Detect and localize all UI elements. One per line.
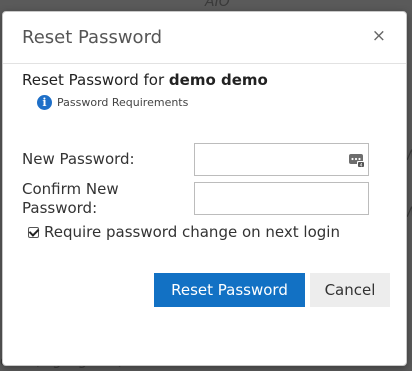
require-change-row[interactable]: Require password change on next login: [28, 223, 340, 241]
info-icon: i: [37, 95, 52, 110]
confirm-password-field[interactable]: [194, 182, 369, 215]
confirm-password-label: Confirm New Password:: [22, 180, 119, 217]
password-requirements-row[interactable]: i Password Requirements: [37, 95, 188, 110]
require-change-label: Require password change on next login: [44, 223, 340, 241]
subtitle-prefix: Reset Password for: [22, 71, 165, 89]
require-change-checkbox[interactable]: [28, 226, 39, 238]
cancel-button[interactable]: Cancel: [310, 273, 390, 307]
dialog-header: Reset Password ×: [3, 12, 406, 64]
svg-text:4: 4: [360, 162, 363, 168]
user-name: demo demo: [168, 71, 268, 89]
new-password-field[interactable]: 4: [194, 143, 369, 176]
password-manager-icon[interactable]: 4: [349, 152, 365, 168]
reset-password-dialog: Reset Password × Reset Password for demo…: [2, 11, 407, 366]
close-icon[interactable]: ×: [372, 26, 386, 46]
password-requirements-link[interactable]: Password Requirements: [57, 96, 188, 109]
dialog-subtitle: Reset Password for demo demo: [22, 71, 268, 89]
new-password-label: New Password:: [22, 150, 135, 168]
background-text-top: AIO: [205, 0, 230, 10]
dialog-title: Reset Password: [22, 27, 163, 48]
reset-password-button[interactable]: Reset Password: [154, 273, 305, 307]
